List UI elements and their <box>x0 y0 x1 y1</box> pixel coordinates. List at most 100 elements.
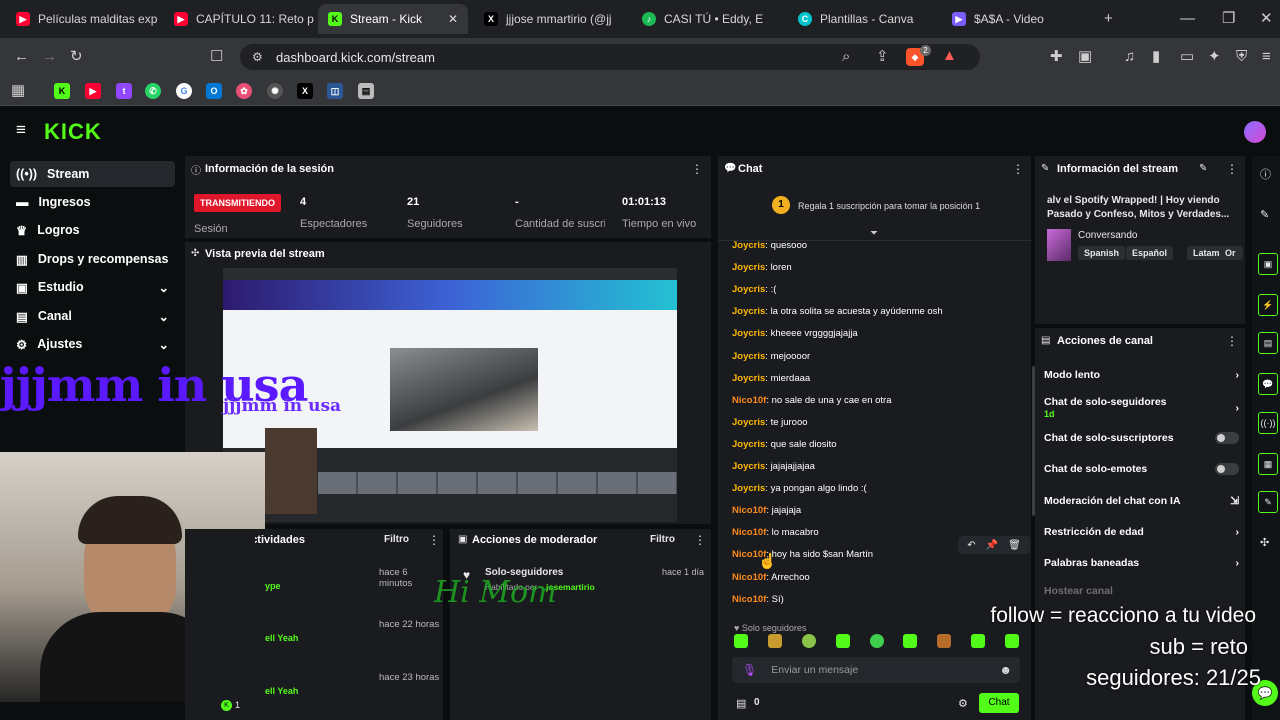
rewards-icon[interactable]: ▲ <box>942 48 957 64</box>
more-options-icon[interactable]: ⋮ <box>694 533 706 547</box>
browser-tab[interactable]: ▶ $A$A - Video <box>942 4 1090 34</box>
setting-banned-words[interactable]: Palabras baneadas › <box>1044 557 1239 569</box>
setting-emotes-only[interactable]: Chat de solo-emotes <box>1044 463 1239 475</box>
setting-slow-mode[interactable]: Modo lento › <box>1044 369 1239 381</box>
broadcast-icon[interactable]: ((·)) <box>1258 412 1278 434</box>
microphone-icon[interactable]: 🎙 <box>742 663 757 677</box>
gift-rank-badge[interactable]: 1 <box>772 196 790 214</box>
emote-icon[interactable] <box>869 634 884 648</box>
outlook-icon[interactable]: O <box>206 83 222 99</box>
site-info-icon[interactable]: ⚙ <box>252 49 263 65</box>
share-icon[interactable]: ⇪ <box>876 49 889 65</box>
scan-icon[interactable]: ▣ <box>1258 253 1278 275</box>
close-tab-icon[interactable]: ✕ <box>448 12 458 26</box>
forward-icon[interactable]: → <box>42 49 57 65</box>
category-name[interactable]: Conversando <box>1078 230 1137 241</box>
kick-logo[interactable]: KICK <box>44 119 102 145</box>
emote-icon[interactable] <box>767 634 782 648</box>
chat-username[interactable]: Joycris <box>732 284 765 295</box>
whatsapp-icon[interactable]: ✆ <box>145 83 161 99</box>
chat-message[interactable]: Joycris: mejoooor <box>732 351 810 362</box>
chat-message[interactable]: Nico10f: Sí) <box>732 594 784 605</box>
chat-message[interactable]: Joycris: la otra solita se acuesta y ayú… <box>732 306 943 317</box>
setting-followers-only[interactable]: Chat de solo-seguidores 1d › <box>1044 396 1239 420</box>
chat-message[interactable]: Nico10f: no sale de una y cae en otra <box>732 395 892 406</box>
chat-username[interactable]: Nico10f <box>732 572 766 583</box>
menu-icon[interactable]: ≡ <box>1262 49 1271 65</box>
sidebar-item-stream[interactable]: ((•)) Stream <box>10 161 175 187</box>
url-field[interactable]: dashboard.kick.com/stream <box>240 44 980 70</box>
chat-message[interactable]: Joycris: loren <box>732 262 792 273</box>
more-options-icon[interactable]: ⋮ <box>1226 334 1238 348</box>
chat-username[interactable]: Joycris <box>732 351 765 362</box>
chat-message[interactable]: Joycris: ya pongan algo lindo :( <box>732 483 867 494</box>
grid-icon[interactable]: ✣ <box>1260 536 1269 549</box>
layout-icon[interactable]: ▦ <box>1258 453 1278 475</box>
collapse-pin-icon[interactable]: ⏷ <box>870 228 878 239</box>
edit-icon[interactable]: ✎ <box>1199 163 1207 174</box>
close-window-icon[interactable]: ✕ <box>1260 11 1273 27</box>
gift-sub-banner[interactable]: Regala 1 suscripción para tomar la posic… <box>798 201 980 211</box>
tag[interactable]: Español <box>1126 246 1174 260</box>
chat-message[interactable]: Joycris: :( <box>732 284 776 295</box>
browser-tab[interactable]: ♪ CASI TÚ • Eddy, E <box>632 4 780 34</box>
vpn-icon[interactable]: ⛨ <box>1236 49 1247 65</box>
more-options-icon[interactable]: ⋮ <box>691 162 703 176</box>
info-icon[interactable]: ⓘ <box>1260 166 1271 182</box>
media-icon[interactable]: ♫ <box>1124 49 1135 65</box>
more-options-icon[interactable]: ⋮ <box>428 533 440 547</box>
chat-settings-icon[interactable]: ⚙ <box>958 697 968 710</box>
chat-send-button[interactable]: Chat <box>979 693 1019 713</box>
points-icon[interactable]: ▤ <box>736 697 746 710</box>
chat-username[interactable]: Joycris <box>732 461 765 472</box>
extensions-icon[interactable]: ✚ <box>1050 49 1063 65</box>
delete-icon[interactable]: 🗑 <box>1008 540 1021 551</box>
chat-username[interactable]: Joycris <box>732 328 765 339</box>
browser-tab-active[interactable]: K Stream - Kick ✕ <box>318 4 468 34</box>
emote-icon[interactable] <box>734 634 748 648</box>
apps-grid-icon[interactable]: ▦ <box>11 83 25 99</box>
chat-username[interactable]: Joycris <box>732 483 765 494</box>
more-options-icon[interactable]: ⋮ <box>1226 162 1238 176</box>
setting-ai-moderation[interactable]: Moderación del chat con IA ⇲ <box>1044 495 1239 507</box>
emote-icon[interactable] <box>903 634 918 648</box>
pin-icon[interactable]: 📌 <box>986 540 998 551</box>
chat-username[interactable]: Joycris <box>732 262 765 273</box>
wallet-icon[interactable]: ▭ <box>1180 49 1194 65</box>
sidebar-item-canal[interactable]: ▤ Canal ⌄ <box>10 303 175 329</box>
twitch-icon[interactable]: t <box>116 83 132 99</box>
sidebar-icon[interactable]: ▮ <box>1152 49 1160 65</box>
emote-icon[interactable] <box>801 634 816 648</box>
sidebar-item-drops[interactable]: ▥ Drops y recompensas <box>10 246 175 272</box>
chat-message[interactable]: Joycris: mierdaaa <box>732 373 810 384</box>
reply-icon[interactable]: ↶ <box>967 540 975 551</box>
clipboard-icon[interactable]: ▤ <box>1258 332 1278 354</box>
bookmark-site-icon[interactable]: ◫ <box>327 83 343 99</box>
x-icon[interactable]: X <box>297 83 313 99</box>
sidebar-item-logros[interactable]: ♛ Logros <box>10 217 175 243</box>
chat-username[interactable]: Nico10f <box>732 505 766 516</box>
subscribers-only-toggle[interactable] <box>1215 432 1239 444</box>
reload-icon[interactable]: ↻ <box>70 49 83 65</box>
tag[interactable]: Spanish <box>1078 246 1126 260</box>
browser-tab[interactable]: ▶ CAPÍTULO 11: Reto p <box>164 4 316 34</box>
google-icon[interactable]: G <box>176 83 192 99</box>
minimize-icon[interactable]: — <box>1180 11 1195 27</box>
bookmark-doc-icon[interactable]: ▤ <box>358 83 374 99</box>
setting-host-channel[interactable]: Hostear canal <box>1044 585 1239 597</box>
photos-icon[interactable]: ✿ <box>236 83 252 99</box>
back-icon[interactable]: ← <box>14 49 29 65</box>
browser-tab[interactable]: C Plantillas - Canva <box>788 4 936 34</box>
sidebar-item-ingresos[interactable]: ▬ Ingresos <box>10 189 175 215</box>
chat-message[interactable]: Nico10f: hoy ha sido $san Martín <box>732 549 873 560</box>
hamburger-menu-icon[interactable]: ≡ <box>16 121 26 138</box>
wrench-icon[interactable]: ✎ <box>1258 491 1278 513</box>
chat-bubble-icon[interactable]: 💬 <box>1258 373 1278 395</box>
bolt-icon[interactable]: ⚡ <box>1258 294 1278 316</box>
chat-username[interactable]: Joycris <box>732 306 765 317</box>
maximize-icon[interactable]: ❐ <box>1222 11 1235 27</box>
screenshot-icon[interactable]: ▣ <box>1078 49 1092 65</box>
kick-icon[interactable]: K <box>54 83 70 99</box>
new-tab-icon[interactable]: + <box>1104 11 1113 27</box>
mod-filter-button[interactable]: Filtro <box>650 534 675 545</box>
